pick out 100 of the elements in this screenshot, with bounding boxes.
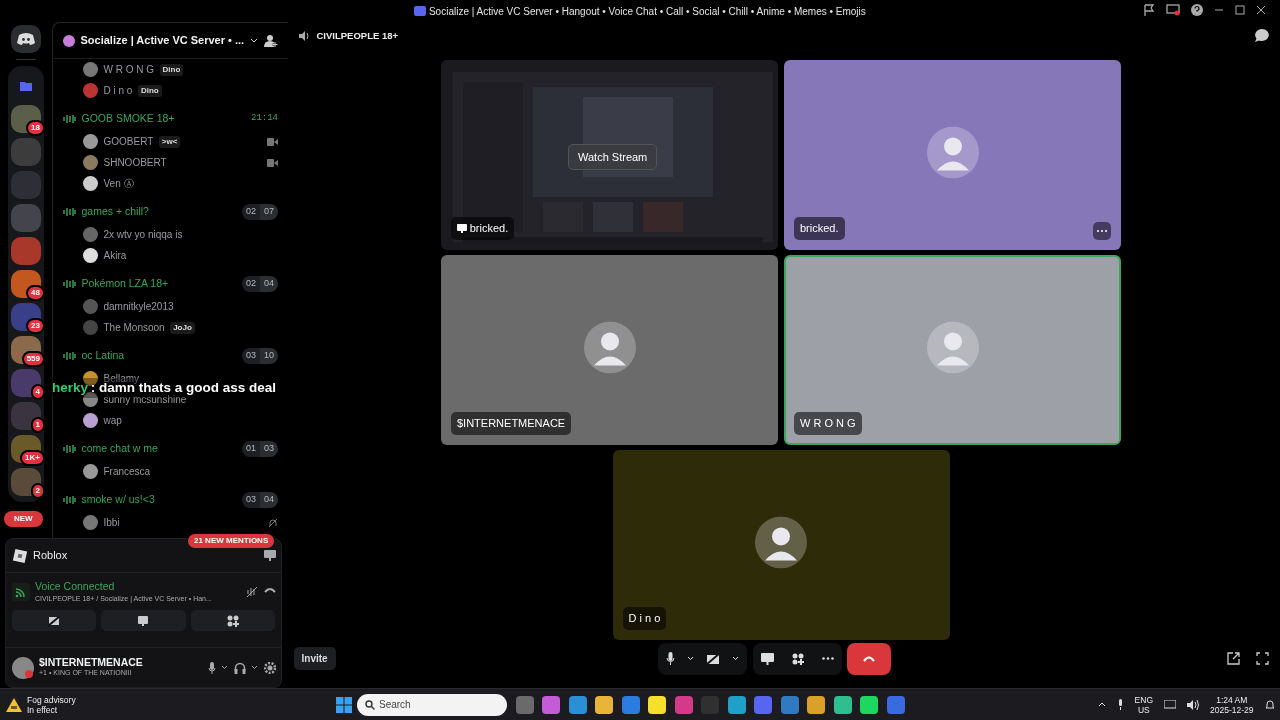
- noise-suppression-icon[interactable]: [246, 585, 258, 598]
- screen-share-icon[interactable]: [760, 652, 774, 665]
- video-tile[interactable]: Watch Stream bricked.: [441, 59, 778, 250]
- member-name[interactable]: sunny mcsunshine: [103, 392, 187, 407]
- volume-icon[interactable]: [1187, 699, 1199, 710]
- video-tile[interactable]: $INTERNETMENACE: [441, 254, 778, 445]
- close-icon[interactable]: [1256, 5, 1266, 15]
- server-icon[interactable]: 48: [11, 269, 41, 298]
- activities-icon[interactable]: [791, 652, 804, 665]
- window-title: Socialize | Active VC Server • Hangout • Voice Chat • Call • Social • Chill • Anime • Memes • Emojis: [428, 4, 866, 19]
- taskbar-app-icon[interactable]: [648, 695, 666, 714]
- avatar: [83, 320, 98, 335]
- windows-start-icon[interactable]: [335, 696, 352, 713]
- voice-channel-name[interactable]: games + chill?: [81, 204, 149, 220]
- chat-icon[interactable]: [1255, 29, 1269, 43]
- home-button[interactable]: [11, 24, 41, 53]
- help-icon[interactable]: [1191, 4, 1203, 16]
- region[interactable]: US: [1134, 704, 1153, 715]
- member-name[interactable]: W R O N G: [103, 62, 155, 77]
- mentions-pill[interactable]: 21 NEW MENTIONS: [188, 534, 275, 548]
- server-icon[interactable]: 18: [11, 104, 41, 133]
- member-name[interactable]: wap: [103, 413, 122, 428]
- invite-button[interactable]: Invite: [293, 647, 336, 671]
- watch-stream-button[interactable]: Watch Stream: [568, 143, 658, 171]
- member-name[interactable]: Francesca: [103, 464, 151, 479]
- weather-subtitle[interactable]: In effect: [27, 704, 76, 715]
- voice-activity-icon: [63, 495, 76, 505]
- network-icon[interactable]: [1164, 699, 1176, 710]
- member-name[interactable]: damnitkyle2013: [103, 299, 174, 314]
- clock-time[interactable]: 1:24 AM: [1210, 694, 1254, 705]
- member-name[interactable]: Ven Ⓐ: [103, 176, 134, 191]
- voice-channel-name[interactable]: Pokémon LZA 18+: [81, 276, 169, 292]
- warning-icon[interactable]: [5, 697, 22, 712]
- chevron-down-icon[interactable]: [221, 665, 228, 670]
- discord-logo-icon: [17, 32, 35, 46]
- weather-title[interactable]: Fog advisory: [27, 694, 76, 705]
- avatar: [83, 299, 98, 314]
- server-icon[interactable]: [11, 236, 41, 265]
- channel-title: CIVILPEOPLE 18+: [316, 28, 399, 43]
- user-count: 03 10: [241, 348, 278, 364]
- chevron-down-icon[interactable]: [251, 665, 258, 670]
- screen-icon[interactable]: [1166, 4, 1180, 16]
- voice-activity-icon: [63, 207, 76, 217]
- member-name[interactable]: Akira: [103, 248, 127, 263]
- member-name[interactable]: 2x wtv yo niqqa is: [103, 227, 183, 242]
- member-name[interactable]: SHNOOBERT: [103, 155, 167, 170]
- language[interactable]: ENG: [1134, 694, 1153, 705]
- taskbar-app-icon[interactable]: [595, 695, 613, 714]
- activities-button[interactable]: [191, 610, 276, 632]
- server-icon[interactable]: 1K+: [11, 434, 41, 463]
- camera-icon: [267, 158, 278, 167]
- chevron-up-icon[interactable]: [1097, 702, 1106, 707]
- microphone-icon[interactable]: [1116, 699, 1124, 710]
- video-tile[interactable]: bricked.: [784, 59, 1121, 250]
- fullscreen-icon[interactable]: [1256, 652, 1269, 666]
- member-tag: Dino: [159, 63, 184, 76]
- search-field[interactable]: Search: [357, 693, 507, 716]
- stream-icon[interactable]: [263, 550, 276, 561]
- server-icon[interactable]: 23: [11, 302, 41, 331]
- voice-channel-name[interactable]: GOOB SMOKE 18+: [81, 111, 175, 127]
- avatar: [83, 515, 98, 530]
- member-name[interactable]: The Monsoon: [103, 320, 165, 335]
- add-member-icon[interactable]: [264, 34, 278, 47]
- microphone-icon[interactable]: [207, 661, 216, 674]
- clock-date[interactable]: 2025-12-29: [1210, 704, 1254, 715]
- camera-off-icon[interactable]: [706, 652, 720, 665]
- more-icon[interactable]: [821, 657, 834, 661]
- headphones-icon[interactable]: [233, 661, 246, 674]
- voice-channel-name[interactable]: come chat w me: [81, 441, 158, 457]
- avatar: [83, 62, 98, 77]
- voice-channel-name[interactable]: oc Latina: [81, 348, 125, 364]
- notification-icon[interactable]: [1264, 699, 1275, 710]
- taskbar-app-icon[interactable]: [727, 695, 746, 714]
- more-button[interactable]: [1093, 221, 1111, 240]
- camera-button[interactable]: [11, 610, 96, 632]
- maximize-icon[interactable]: [1235, 5, 1245, 15]
- video-tile[interactable]: D i n o: [612, 449, 950, 640]
- flag-icon[interactable]: [1143, 4, 1155, 16]
- popout-icon[interactable]: [1226, 652, 1240, 666]
- new-pill[interactable]: NEW: [4, 511, 43, 527]
- channel-timer: 21:14: [251, 112, 278, 126]
- server-name[interactable]: Socialize | Active VC Server • ...: [80, 32, 245, 49]
- member-name[interactable]: GOOBERT: [103, 134, 154, 149]
- hang-up-button[interactable]: [847, 642, 891, 675]
- share-screen-button[interactable]: [101, 610, 186, 632]
- video-tile[interactable]: W R O N G: [784, 254, 1121, 445]
- member-name[interactable]: D i n o: [103, 83, 133, 98]
- voice-channel-name[interactable]: smoke w/ us!<3: [81, 492, 155, 508]
- taskbar-app-icon[interactable]: [833, 695, 852, 714]
- microphone-icon[interactable]: [666, 652, 675, 666]
- username: $INTERNETMENACE: [39, 656, 143, 669]
- taskbar-app-icon[interactable]: [807, 695, 825, 714]
- disconnect-icon[interactable]: [263, 585, 276, 594]
- member-name[interactable]: Ibbi: [103, 515, 120, 530]
- activities-icon: [227, 614, 240, 627]
- chevron-down-icon[interactable]: [249, 37, 258, 44]
- avatar: [83, 134, 98, 149]
- taskbar-app-icon[interactable]: [860, 695, 878, 714]
- settings-icon[interactable]: [263, 661, 276, 674]
- server-icon[interactable]: 559: [11, 335, 41, 364]
